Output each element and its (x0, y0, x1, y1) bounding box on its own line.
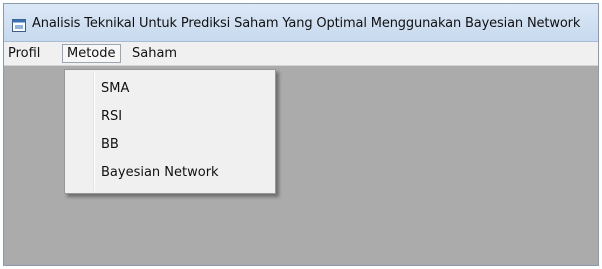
menu-item-bb[interactable]: BB (101, 134, 119, 156)
app-window-icon (12, 17, 26, 32)
menu-bar: Profil Metode Saham (4, 42, 598, 66)
menu-item-rsi[interactable]: RSI (101, 106, 122, 128)
window-title: Analisis Teknikal Untuk Prediksi Saham Y… (32, 16, 581, 31)
menu-saham[interactable]: Saham (128, 44, 181, 63)
menu-item-sma[interactable]: SMA (101, 78, 129, 100)
menu-metode[interactable]: Metode (62, 44, 121, 63)
app-window: Analisis Teknikal Untuk Prediksi Saham Y… (3, 3, 599, 266)
metode-dropdown-menu: SMA RSI BB Bayesian Network (64, 69, 276, 194)
menu-profil[interactable]: Profil (4, 44, 44, 63)
menu-gutter-divider (93, 72, 95, 191)
title-bar[interactable]: Analisis Teknikal Untuk Prediksi Saham Y… (4, 4, 598, 42)
menu-item-bayesian-network[interactable]: Bayesian Network (101, 162, 219, 184)
